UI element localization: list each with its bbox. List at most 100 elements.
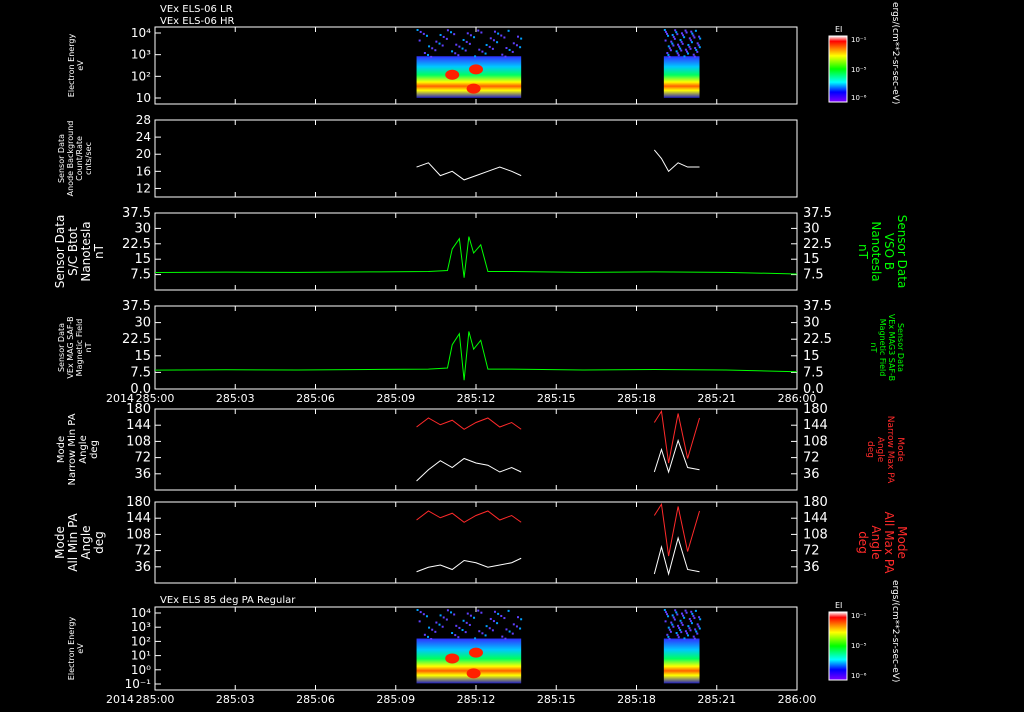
spectrogram-speck (419, 611, 422, 614)
spectrogram-speck (507, 29, 510, 32)
y-tick-label-right: 30 (803, 221, 820, 236)
spectrogram-speck (667, 45, 670, 48)
spectrogram-speck (668, 55, 671, 58)
spectrogram-speck (692, 635, 695, 638)
spectrogram-speck (505, 47, 508, 50)
spectrogram-speck (455, 624, 458, 627)
spectrogram-speck (445, 37, 448, 40)
spectrogram-speck (692, 34, 695, 37)
spectrogram-speck (503, 617, 506, 620)
y-tick-label: 144 (126, 418, 151, 433)
y-tick-label-right: 7.5 (803, 365, 824, 380)
spectrogram-hotspot (445, 69, 460, 80)
y-tick-label: 108 (126, 434, 151, 449)
y-tick-label-right: 7.5 (803, 268, 824, 283)
spectrogram-speck (464, 49, 467, 52)
spectrogram-speck (496, 41, 499, 44)
spectrogram-speck (500, 34, 503, 37)
y-tick-label: 24 (136, 130, 151, 144)
spectrogram-speck (675, 31, 678, 34)
spectrogram-speck (669, 630, 672, 633)
spectrogram-speck (678, 626, 681, 629)
spectrogram-speck (458, 626, 461, 629)
spectrogram-speck (684, 29, 687, 32)
spectrogram-speck (519, 46, 522, 49)
spectrogram-speck (511, 50, 514, 53)
spectrogram-speck (455, 43, 458, 46)
y-tick-label: 10² (131, 69, 151, 83)
spectrogram-speck (684, 609, 687, 612)
spectrogram-speck (478, 630, 481, 633)
y-tick-label-right: 108 (803, 434, 828, 449)
colorbar-bottom-tick: 10⁻⁵ (851, 642, 867, 650)
spectrogram-speck (473, 36, 476, 39)
series-line (416, 457, 522, 482)
spectrogram-speck (469, 614, 472, 617)
spectrogram-speck (419, 30, 422, 33)
right-axis-label: deg (856, 531, 870, 554)
plot-figure: VEx ELS-06 LR VEx ELS-06 HR VEx ELS 85 d… (0, 0, 1024, 708)
spectrogram-speck (688, 45, 691, 48)
spectrogram-speck (698, 627, 701, 630)
y-tick-label: 20 (136, 147, 151, 161)
time-tick-label: 286:00 (778, 693, 817, 706)
spectrogram-speck (692, 53, 695, 56)
spectrogram-speck (453, 613, 456, 616)
spectrogram-speck (698, 616, 701, 619)
spectrogram-speck (418, 620, 421, 623)
header-line1: VEx ELS-06 LR (160, 4, 233, 15)
spectrogram-speck (668, 637, 671, 640)
time-tick-label: 285:12 (457, 693, 496, 706)
time-tick-label: 285:18 (617, 693, 656, 706)
spectrogram-speck (671, 42, 674, 45)
spectrogram-speck (465, 40, 468, 43)
spectrogram-speck (697, 44, 700, 47)
spectrogram-speck (461, 47, 464, 50)
y-tick-label-right: 72 (803, 451, 820, 466)
panel-frame (154, 305, 798, 390)
y-axis-label: Nanotesla (79, 221, 93, 281)
spectrogram-speck (425, 34, 428, 37)
spectrogram-speck (691, 32, 694, 35)
series-line (416, 557, 522, 573)
series-line (416, 417, 522, 430)
spectrogram-speck (477, 609, 480, 612)
y-tick-label: 37.5 (122, 299, 151, 314)
spectrogram-speck (681, 42, 684, 45)
year-label: 2014 (106, 693, 134, 706)
spectrogram-speck (681, 623, 684, 626)
spectrogram-speck (519, 627, 522, 630)
spectrogram-speck (492, 620, 495, 623)
colorbar-top-tick: 10⁻¹ (851, 36, 867, 44)
spectrogram-speck (670, 621, 673, 624)
y-axis-label: Sensor Data (57, 323, 66, 372)
time-tick-label: 285:09 (376, 392, 415, 405)
y-tick-label: 30 (134, 316, 151, 331)
colorbar-bottom-label: EI (835, 601, 842, 610)
spectrogram-speck (439, 614, 442, 617)
spectrogram-speck (504, 637, 507, 640)
y-tick-label: 10 (136, 91, 151, 105)
y-tick-label-right: 15 (803, 349, 820, 364)
y-tick-label: 28 (136, 113, 151, 127)
spectrogram-speck (468, 623, 471, 626)
spectrogram-speck (682, 614, 685, 617)
right-axis-label: deg (865, 441, 875, 458)
spectrogram-speck (431, 628, 434, 631)
spectrogram-speck (690, 622, 693, 625)
spectrogram-speck (516, 35, 519, 38)
spectrogram-speck (667, 53, 670, 56)
spectrogram-speck (694, 628, 697, 631)
spectrogram-speck (450, 31, 453, 34)
series-line (154, 236, 798, 278)
spectrogram-speck (676, 613, 679, 616)
spectrogram-speck (457, 54, 460, 57)
spectrogram-speck (664, 39, 667, 42)
spectrogram-speck (453, 33, 456, 36)
y-axis-label: Count/Rate (75, 136, 84, 181)
spectrogram-speck (683, 36, 686, 39)
right-axis-label: Narrow Max PA (885, 416, 895, 484)
y-axis-label: Angle (79, 525, 93, 559)
spectrogram-speck (693, 637, 696, 640)
spectrogram-speck (677, 624, 680, 627)
